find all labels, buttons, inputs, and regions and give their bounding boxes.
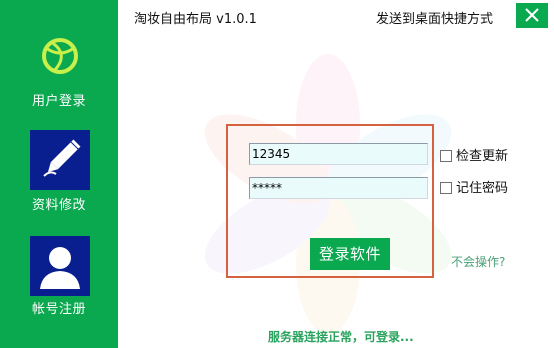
help-link[interactable]: 不会操作? <box>451 253 505 270</box>
user-silhouette-icon <box>30 236 90 296</box>
sidebar-item-label: 资料修改 <box>31 198 86 213</box>
sidebar-item-user-login[interactable]: 用户登录 <box>0 36 118 136</box>
basketball-icon <box>42 38 78 74</box>
sidebar-item-edit-profile[interactable]: 资料修改 <box>0 130 118 230</box>
send-to-desktop-shortcut-link[interactable]: 发送到桌面快捷方式 <box>376 8 493 27</box>
sidebar-item-label: 用户登录 <box>31 94 86 109</box>
close-button[interactable] <box>516 3 548 28</box>
check-update-label: 检查更新 <box>456 149 509 164</box>
server-status-text: 服务器连接正常，可登录... <box>268 330 414 344</box>
title-bar: 淘妆自由布局 v1.0.1 发送到桌面快捷方式 <box>118 0 554 32</box>
app-title: 淘妆自由布局 v1.0.1 <box>134 12 257 27</box>
username-input[interactable] <box>249 143 428 165</box>
remember-password-label: 记住密码 <box>456 181 509 196</box>
pencil-icon <box>30 130 90 190</box>
password-input[interactable] <box>249 177 428 199</box>
sidebar-item-register[interactable]: 帐号注册 <box>0 236 118 336</box>
close-icon <box>525 8 539 22</box>
check-update-checkbox[interactable] <box>440 150 452 162</box>
remember-password-checkbox[interactable] <box>440 182 452 194</box>
sidebar: 用户登录 资料修改 帐号注册 <box>0 0 118 348</box>
sidebar-item-label: 帐号注册 <box>31 302 86 317</box>
login-button[interactable]: 登录软件 <box>310 238 390 270</box>
